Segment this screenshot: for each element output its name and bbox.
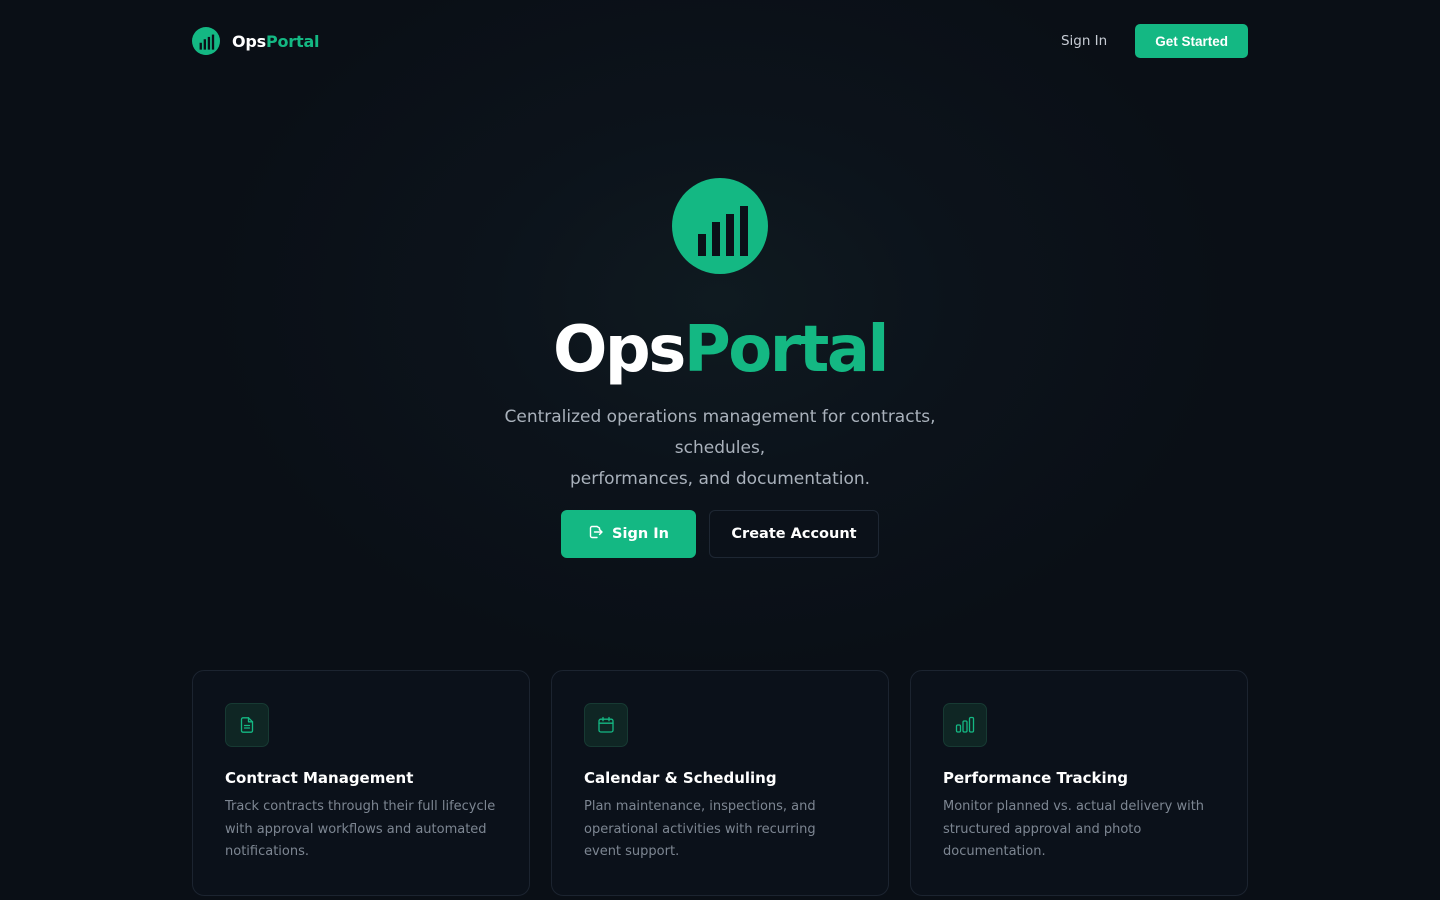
nav-actions: Sign In Get Started — [1061, 24, 1248, 58]
feature-description: Plan maintenance, inspections, and opera… — [584, 799, 816, 859]
brand-link[interactable]: OpsPortal — [192, 27, 320, 55]
hero-signin-label: Sign In — [612, 526, 669, 542]
hero-logo-icon — [672, 178, 768, 274]
create-account-button[interactable]: Create Account — [709, 510, 879, 558]
bar-chart-icon — [943, 703, 987, 747]
brand-name-part2: Portal — [265, 31, 320, 51]
feature-card-performance: Performance Tracking Monitor planned vs.… — [910, 670, 1248, 896]
hero-title-part2: Portal — [683, 313, 890, 387]
calendar-icon — [584, 703, 628, 747]
brand-name: OpsPortal — [232, 31, 320, 51]
document-icon — [225, 703, 269, 747]
feature-card-contracts: Contract Management Track contracts thro… — [192, 670, 530, 896]
feature-cards: Contract Management Track contracts thro… — [192, 670, 1248, 896]
nav-signin-link[interactable]: Sign In — [1061, 33, 1107, 49]
feature-title: Performance Tracking — [943, 769, 1129, 787]
hero-subtitle-line1: Centralized operations management for co… — [504, 407, 936, 458]
signin-icon — [588, 524, 604, 544]
feature-description: Track contracts through their full lifec… — [225, 799, 496, 859]
hero-subtitle-line2: performances, and documentation. — [569, 469, 871, 489]
feature-title: Contract Management — [225, 769, 414, 787]
feature-card-calendar: Calendar & Scheduling Plan maintenance, … — [551, 670, 889, 896]
hero-title-part1: Ops — [553, 313, 686, 387]
get-started-button[interactable]: Get Started — [1135, 24, 1248, 58]
hero-title: OpsPortal — [0, 313, 1440, 387]
hero-subtitle: Centralized operations management for co… — [470, 402, 970, 495]
logo-icon — [192, 27, 220, 55]
brand-name-part1: Ops — [232, 31, 266, 51]
feature-description: Monitor planned vs. actual delivery with… — [943, 799, 1205, 859]
hero-actions: Sign In Create Account — [0, 510, 1440, 558]
feature-title: Calendar & Scheduling — [584, 769, 777, 787]
top-nav: OpsPortal Sign In Get Started — [192, 24, 1248, 58]
hero-signin-button[interactable]: Sign In — [561, 510, 696, 558]
